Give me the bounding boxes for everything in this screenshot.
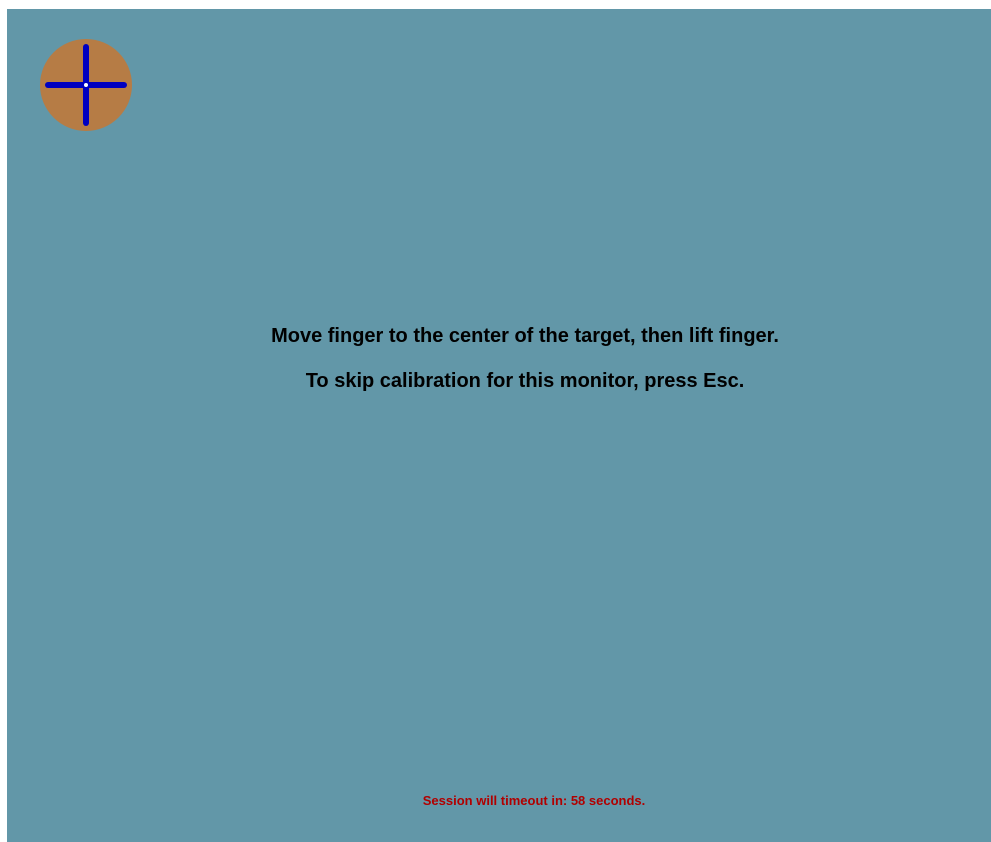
calibration-screen[interactable]: Move finger to the center of the target,… xyxy=(7,9,991,842)
instruction-line-2: To skip calibration for this monitor, pr… xyxy=(305,370,745,392)
crosshair-center-dot xyxy=(84,83,88,87)
crosshair-target-icon[interactable] xyxy=(40,39,132,131)
instruction-line-1: Move finger to the center of the target,… xyxy=(271,325,779,347)
session-timeout-message: Session will timeout in: 58 seconds. xyxy=(422,793,646,808)
calibration-instructions: Move finger to the center of the target,… xyxy=(7,323,991,413)
crosshair-target-graphic xyxy=(40,39,132,131)
